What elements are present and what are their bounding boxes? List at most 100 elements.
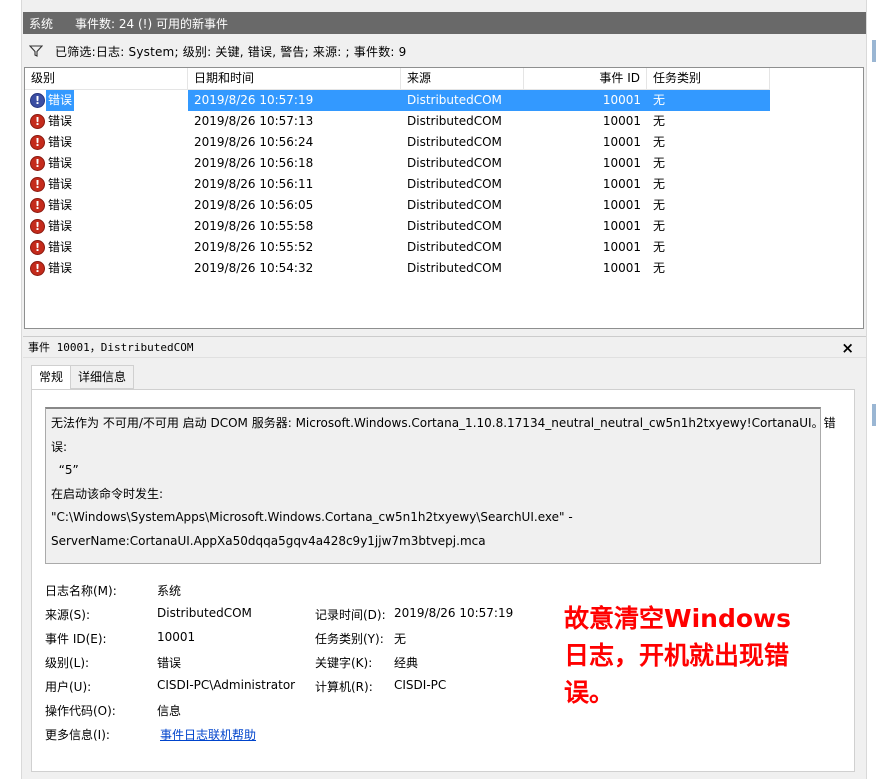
left-panel-strip xyxy=(0,0,22,779)
event-source: DistributedCOM xyxy=(407,93,502,107)
logged-label: 记录时间(D): xyxy=(315,608,386,622)
source-value: DistributedCOM xyxy=(157,606,252,620)
event-id: 10001 xyxy=(602,261,641,275)
opcode-label: 操作代码(O): xyxy=(45,704,116,718)
description-line: 误: xyxy=(51,439,68,454)
computer-value: CISDI-PC xyxy=(394,678,447,692)
event-row[interactable]: ! 错误 2019/8/26 10:56:18 DistributedCOM 10001… xyxy=(25,153,771,174)
event-date: 2019/8/26 10:54:32 xyxy=(194,261,314,275)
event-level: 错误 xyxy=(48,219,73,233)
event-row[interactable]: ! 错误 2019/8/26 10:57:19 DistributedCOM 10001… xyxy=(25,90,771,111)
event-task: 无 xyxy=(653,93,666,107)
event-source: DistributedCOM xyxy=(407,240,502,254)
computer-label: 计算机(R): xyxy=(315,680,373,694)
event-task: 无 xyxy=(653,240,666,254)
log-name-value: 系统 xyxy=(157,584,182,598)
event-row[interactable]: ! 错误 2019/8/26 10:56:05 DistributedCOM 10001… xyxy=(25,195,771,216)
event-level: 错误 xyxy=(48,177,73,191)
annotation-line: 误。 xyxy=(564,678,615,707)
event-id: 10001 xyxy=(602,240,641,254)
event-list-header: 级别 日期和时间 来源 事件 ID 任务类别 xyxy=(25,68,863,90)
event-level-cell: ! 错误 xyxy=(25,111,188,132)
event-task: 无 xyxy=(653,198,666,212)
opcode-value: 信息 xyxy=(157,704,182,718)
event-level-cell: ! 错误 xyxy=(25,195,188,216)
event-log-online-help-link[interactable]: 事件日志联机帮助 xyxy=(160,726,256,743)
event-task: 无 xyxy=(653,261,666,275)
event-date: 2019/8/26 10:57:19 xyxy=(194,93,314,107)
filter-bar: 已筛选:日志: System; 级别: 关键, 错误, 警告; 来源: ; 事件… xyxy=(23,38,866,64)
scroll-marker xyxy=(872,404,876,426)
error-icon: ! xyxy=(30,219,45,234)
event-level: 错误 xyxy=(48,156,73,170)
event-row[interactable]: ! 错误 2019/8/26 10:56:11 DistributedCOM 10001… xyxy=(25,174,771,195)
keywords-label: 关键字(K): xyxy=(315,656,373,670)
event-level: 错误 xyxy=(48,135,73,149)
description-line: ServerName:CortanaUI.AppXa50dqqa5gqv4a42… xyxy=(51,533,486,548)
event-source: DistributedCOM xyxy=(407,219,502,233)
event-id: 10001 xyxy=(602,177,641,191)
scroll-marker xyxy=(872,40,876,62)
description-line: “5” xyxy=(51,463,79,477)
filter-text: 已筛选:日志: System; 级别: 关键, 错误, 警告; 来源: ; 事件… xyxy=(55,44,407,59)
log-title: 系统 xyxy=(29,16,54,31)
annotation-line: 日志，开机就出现错 xyxy=(564,641,790,670)
close-icon[interactable]: × xyxy=(841,339,854,357)
event-id: 10001 xyxy=(602,93,641,107)
description-line: 在启动该命令时发生: xyxy=(51,486,164,501)
column-header-date[interactable]: 日期和时间 xyxy=(188,68,401,90)
event-detail-title: 事件 10001，DistributedCOM xyxy=(28,341,194,354)
event-source: DistributedCOM xyxy=(407,261,502,275)
event-level-cell: ! 错误 xyxy=(25,153,188,174)
event-level: 错误 xyxy=(46,90,75,111)
description-line: "C:\Windows\SystemApps\Microsoft.Windows… xyxy=(51,510,573,524)
event-id: 10001 xyxy=(602,135,641,149)
event-level: 错误 xyxy=(48,198,73,212)
error-icon: ! xyxy=(30,135,45,150)
event-id-value: 10001 xyxy=(157,630,196,644)
event-level: 错误 xyxy=(48,261,73,275)
event-level: 错误 xyxy=(48,240,73,254)
event-date: 2019/8/26 10:57:13 xyxy=(194,114,314,128)
filter-icon[interactable] xyxy=(29,44,43,58)
event-row[interactable]: ! 错误 2019/8/26 10:54:32 DistributedCOM 10001… xyxy=(25,258,771,279)
event-task: 无 xyxy=(653,156,666,170)
event-task: 无 xyxy=(653,177,666,191)
error-icon: ! xyxy=(30,177,45,192)
event-row[interactable]: ! 错误 2019/8/26 10:57:13 DistributedCOM 10001… xyxy=(25,111,771,132)
event-list[interactable]: 级别 日期和时间 来源 事件 ID 任务类别 ! 错误 2019/8/26 10:5… xyxy=(24,67,864,329)
annotation-text: 故意清空Windows 日志，开机就出现错 误。 xyxy=(564,600,824,711)
event-row[interactable]: ! 错误 2019/8/26 10:55:52 DistributedCOM 10001… xyxy=(25,237,771,258)
column-header-level[interactable]: 级别 xyxy=(25,68,188,90)
event-source: DistributedCOM xyxy=(407,177,502,191)
tab-details[interactable]: 详细信息 xyxy=(70,365,135,389)
event-id: 10001 xyxy=(602,156,641,170)
tab-general[interactable]: 常规 xyxy=(31,365,72,390)
annotation-line: 故意清空Windows xyxy=(564,604,791,633)
detail-tabs: 常规 详细信息 xyxy=(31,365,135,390)
event-date: 2019/8/26 10:56:24 xyxy=(194,135,314,149)
event-task: 无 xyxy=(653,114,666,128)
column-header-event-id[interactable]: 事件 ID xyxy=(524,68,647,90)
column-header-task[interactable]: 任务类别 xyxy=(647,68,770,90)
event-level: 错误 xyxy=(48,114,73,128)
event-row[interactable]: ! 错误 2019/8/26 10:55:58 DistributedCOM 10001… xyxy=(25,216,771,237)
column-header-source[interactable]: 来源 xyxy=(401,68,524,90)
error-icon: ! xyxy=(30,93,45,108)
event-level-cell: ! 错误 xyxy=(25,90,188,111)
error-icon: ! xyxy=(30,156,45,171)
event-id: 10001 xyxy=(602,114,641,128)
description-line: 无法作为 不可用/不可用 启动 DCOM 服务器: Microsoft.Wind… xyxy=(51,416,836,430)
event-date: 2019/8/26 10:55:52 xyxy=(194,240,314,254)
event-row[interactable]: ! 错误 2019/8/26 10:56:24 DistributedCOM 10001… xyxy=(25,132,771,153)
event-date: 2019/8/26 10:55:58 xyxy=(194,219,314,233)
event-date: 2019/8/26 10:56:11 xyxy=(194,177,314,191)
error-icon: ! xyxy=(30,198,45,213)
event-description[interactable]: 无法作为 不可用/不可用 启动 DCOM 服务器: Microsoft.Wind… xyxy=(45,407,836,564)
error-icon: ! xyxy=(30,114,45,129)
event-date: 2019/8/26 10:56:18 xyxy=(194,156,314,170)
right-panel-strip xyxy=(866,0,876,779)
log-header: 系统 事件数: 24 (!) 可用的新事件 xyxy=(23,12,866,34)
event-task: 无 xyxy=(653,219,666,233)
level-label: 级别(L): xyxy=(45,656,90,670)
